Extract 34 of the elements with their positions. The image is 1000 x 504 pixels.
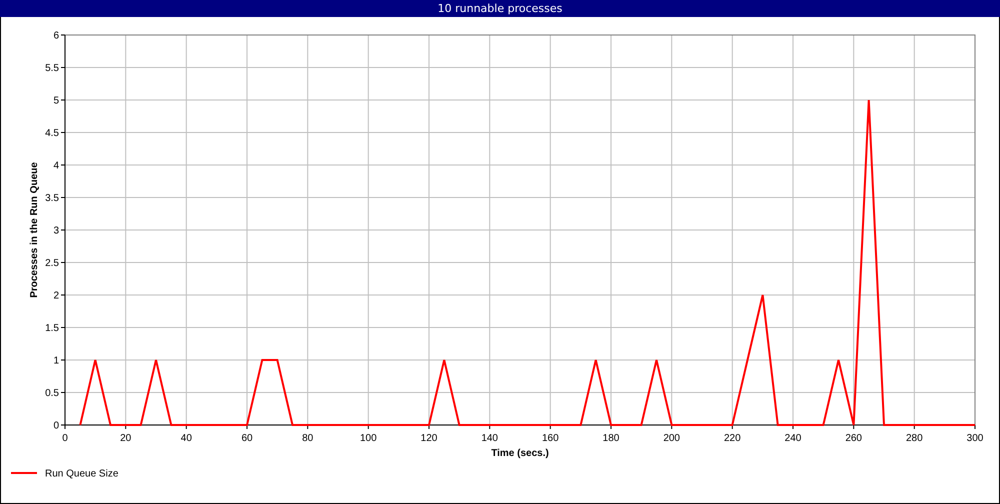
- x-tick-label: 20: [120, 433, 132, 444]
- x-tick-label: 180: [602, 433, 620, 444]
- y-axis-title: Processes in the Run Queue: [29, 162, 40, 298]
- y-tick-label: 2: [53, 290, 59, 302]
- window-title: 10 runnable processes: [0, 0, 1000, 17]
- y-tick-label: 2.5: [45, 258, 59, 269]
- x-tick-label: 160: [542, 433, 559, 444]
- y-tick-label: 4.5: [45, 128, 59, 139]
- y-tick-label: 0: [53, 420, 59, 432]
- x-tick-label: 140: [481, 433, 498, 444]
- x-tick-label: 80: [302, 433, 314, 444]
- x-tick-label: 60: [241, 433, 253, 444]
- y-tick-label: 3: [53, 226, 59, 236]
- x-tick-label: 260: [845, 433, 862, 444]
- x-tick-label: 220: [724, 433, 741, 444]
- y-tick-label: 4: [53, 160, 59, 172]
- x-tick-label: 240: [784, 433, 802, 444]
- x-tick-label: 200: [663, 433, 680, 444]
- y-tick-label: 5: [53, 96, 59, 106]
- y-tick-label: 0.5: [45, 388, 59, 399]
- x-tick-label: 100: [360, 433, 377, 444]
- y-tick-label: 5.5: [45, 63, 59, 74]
- y-tick-label: 6: [53, 30, 59, 42]
- x-tick-label: 120: [420, 433, 438, 444]
- x-tick-label: 300: [966, 433, 984, 444]
- legend-label: Run Queue Size: [45, 468, 118, 480]
- x-tick-label: 0: [62, 433, 68, 444]
- x-axis-title: Time (secs.): [491, 448, 549, 459]
- y-tick-label: 1: [53, 356, 59, 366]
- x-tick-label: 40: [180, 433, 192, 444]
- x-tick-label: 280: [906, 433, 923, 444]
- y-tick-label: 3.5: [45, 193, 59, 204]
- y-tick-label: 1.5: [45, 323, 59, 334]
- legend-line-icon: [11, 472, 37, 474]
